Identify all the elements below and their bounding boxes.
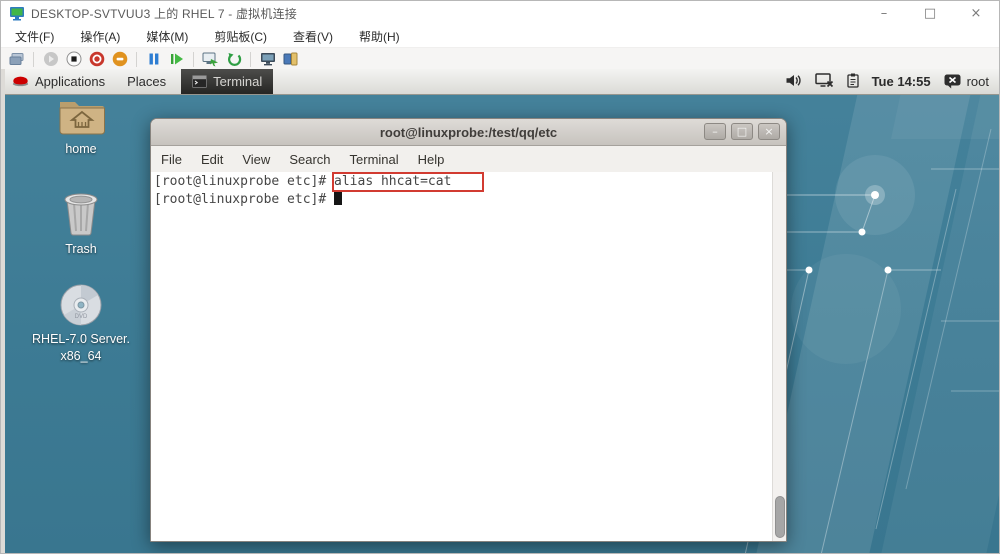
ctrl-alt-del-button[interactable]: [7, 50, 26, 68]
display-settings-button[interactable]: [258, 50, 277, 68]
revert-icon: [226, 52, 242, 67]
terminal-content[interactable]: [root@linuxprobe etc]# alias hhcat=cat […: [151, 172, 786, 541]
save-state-icon: [112, 51, 128, 67]
vm-toolbar: [1, 47, 999, 71]
vm-minimize-button[interactable]: –: [861, 1, 907, 25]
terminal-menubar: File Edit View Search Terminal Help: [151, 146, 786, 172]
active-window-button[interactable]: Terminal: [181, 69, 273, 94]
desktop-icon-label-line1: RHEL-7.0 Server.: [32, 332, 130, 346]
vm-menubar: 文件(F) 操作(A) 媒体(M) 剪贴板(C) 查看(V) 帮助(H): [1, 25, 999, 47]
active-window-label: Terminal: [213, 74, 262, 89]
vm-menu-media[interactable]: 媒体(M): [146, 28, 188, 45]
terminal-title: root@linuxprobe:/test/qq/etc: [380, 125, 557, 140]
enhanced-session-button[interactable]: [281, 50, 300, 68]
shell-prompt: [root@linuxprobe etc]#: [154, 192, 334, 207]
trash-icon: [61, 191, 101, 237]
terminal-maximize-button[interactable]: □: [731, 123, 753, 140]
clipboard-icon: [847, 73, 859, 88]
terminal-menu-edit[interactable]: Edit: [201, 152, 223, 167]
places-menu[interactable]: Places: [116, 69, 177, 94]
dvd-disc-icon: DVD: [58, 283, 104, 327]
terminal-window-controls: – □ ×: [704, 123, 780, 140]
terminal-close-button[interactable]: ×: [758, 123, 780, 140]
vm-window-title: DESKTOP-SVTVUU3 上的 RHEL 7 - 虚拟机连接: [31, 5, 297, 22]
scrollbar-thumb[interactable]: [775, 496, 785, 538]
vm-menu-view[interactable]: 查看(V): [293, 28, 333, 45]
applications-menu[interactable]: Applications: [1, 69, 116, 94]
toolbar-separator: [136, 52, 137, 67]
vm-menu-file[interactable]: 文件(F): [15, 28, 54, 45]
terminal-menu-view[interactable]: View: [242, 152, 270, 167]
pause-icon: [147, 52, 161, 66]
speaker-icon: [785, 73, 802, 88]
desktop-icon-label: RHEL-7.0 Server. x86_64: [32, 331, 130, 365]
typed-command: alias hhcat=cat: [334, 174, 451, 189]
hyperv-vm-connection-window: DESKTOP-SVTVUU3 上的 RHEL 7 - 虚拟机连接 – □ × …: [0, 0, 1000, 554]
turn-off-icon: [66, 51, 82, 67]
notifications-off-icon: [944, 74, 961, 89]
username-label: root: [967, 74, 989, 89]
enhanced-session-icon: [283, 52, 298, 66]
pause-button[interactable]: [144, 50, 163, 68]
vm-maximize-button[interactable]: □: [907, 1, 953, 25]
svg-text:DVD: DVD: [75, 314, 88, 320]
terminal-titlebar[interactable]: root@linuxprobe:/test/qq/etc – □ ×: [151, 119, 786, 146]
checkpoint-button[interactable]: [201, 50, 220, 68]
applications-label: Applications: [35, 74, 105, 89]
shut-down-icon: [89, 51, 105, 67]
terminal-menu-terminal[interactable]: Terminal: [350, 152, 399, 167]
vm-menu-help[interactable]: 帮助(H): [359, 28, 400, 45]
desktop-icon-label: home: [65, 141, 96, 158]
terminal-minimize-button[interactable]: –: [704, 123, 726, 140]
terminal-line-2: [root@linuxprobe etc]#: [154, 191, 770, 209]
toolbar-separator: [250, 52, 251, 67]
redhat-logo-icon: [12, 75, 29, 88]
terminal-mini-icon: [192, 75, 207, 88]
toolbar-separator: [33, 52, 34, 67]
shut-down-button[interactable]: [87, 50, 106, 68]
start-button[interactable]: [41, 50, 60, 68]
reset-button[interactable]: [167, 50, 186, 68]
toolbar-separator: [193, 52, 194, 67]
desktop-icon-home[interactable]: home: [27, 95, 135, 158]
screen-left-border: [1, 69, 5, 553]
vm-titlebar: DESKTOP-SVTVUU3 上的 RHEL 7 - 虚拟机连接 – □ ×: [1, 1, 999, 25]
terminal-scrollbar[interactable]: [772, 172, 786, 541]
vm-monitor-icon: [9, 6, 25, 21]
terminal-menu-file[interactable]: File: [161, 152, 182, 167]
places-label: Places: [127, 74, 166, 89]
display-disconnected-icon: [815, 73, 834, 88]
terminal-window: root@linuxprobe:/test/qq/etc – □ × File …: [150, 118, 787, 542]
desktop-icon-rhel-dvd[interactable]: DVD RHEL-7.0 Server. x86_64: [27, 283, 135, 365]
terminal-cursor: [334, 191, 342, 205]
vm-close-button[interactable]: ×: [953, 1, 999, 25]
terminal-menu-search[interactable]: Search: [289, 152, 330, 167]
reset-icon: [169, 52, 184, 66]
turn-off-button[interactable]: [64, 50, 83, 68]
terminal-line-1: [root@linuxprobe etc]# alias hhcat=cat: [154, 173, 770, 191]
ctrl-alt-del-icon: [9, 52, 25, 66]
start-icon: [43, 51, 59, 67]
vm-menu-action[interactable]: 操作(A): [80, 28, 120, 45]
shell-prompt: [root@linuxprobe etc]#: [154, 174, 334, 189]
vm-window-controls: – □ ×: [861, 1, 999, 25]
terminal-menu-help[interactable]: Help: [418, 152, 445, 167]
revert-button[interactable]: [224, 50, 243, 68]
user-menu[interactable]: root: [944, 74, 989, 89]
save-state-button[interactable]: [110, 50, 129, 68]
desktop-icon-label-line2: x86_64: [60, 349, 101, 363]
home-folder-icon: [56, 95, 106, 137]
clock[interactable]: Tue 14:55: [872, 74, 931, 89]
checkpoint-icon: [202, 52, 219, 67]
vm-display: Applications Places Terminal: [1, 69, 999, 553]
screen-share-button[interactable]: [815, 73, 834, 91]
display-settings-icon: [260, 52, 276, 66]
topbar-status-area: Tue 14:55 root: [785, 69, 999, 94]
desktop-icon-trash[interactable]: Trash: [27, 191, 135, 258]
desktop-icon-label: Trash: [65, 241, 97, 258]
clipboard-button[interactable]: [847, 73, 859, 91]
gnome-topbar: Applications Places Terminal: [1, 69, 999, 95]
volume-button[interactable]: [785, 73, 802, 91]
vm-menu-clipboard[interactable]: 剪贴板(C): [214, 28, 267, 45]
